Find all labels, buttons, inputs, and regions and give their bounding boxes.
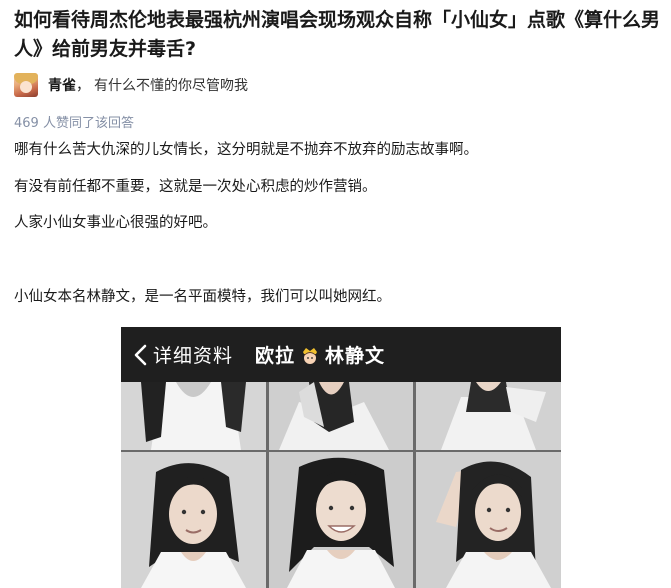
photo-thumbnail[interactable] — [121, 452, 266, 588]
photo-thumbnail[interactable] — [269, 382, 413, 450]
profile-name-suffix: 林静文 — [325, 345, 386, 367]
question-title[interactable]: 如何看待周杰伦地表最强杭州演唱会现场观众自称「小仙女」点歌《算什么男人》给前男友… — [14, 6, 664, 64]
photo-grid — [121, 382, 561, 588]
author-separator: ， — [76, 78, 90, 94]
photo-thumbnail[interactable] — [269, 452, 413, 588]
back-label: 详细资料 — [153, 345, 234, 367]
crown-emoji-icon — [303, 347, 318, 364]
answer-paragraph: 人家小仙女事业心很强的好吧。 — [14, 215, 217, 231]
author-bio: 有什么不懂的你尽管吻我 — [94, 78, 248, 94]
answer-image[interactable]: 详细资料 欧拉 林静文 — [121, 327, 561, 588]
answer-paragraph: 有没有前任都不重要，这就是一次处心积虑的炒作营销。 — [14, 179, 377, 195]
answer-paragraph: 哪有什么苦大仇深的儿女情长，这分明就是不抛弃不放弃的励志故事啊。 — [14, 142, 478, 158]
photo-thumbnail[interactable] — [416, 382, 561, 450]
profile-name: 欧拉 林静文 — [255, 341, 385, 368]
vote-count: 469 人赞同了该回答 — [14, 116, 134, 131]
image-profile-header: 详细资料 欧拉 林静文 — [121, 327, 561, 382]
avatar[interactable] — [14, 73, 38, 97]
profile-name-prefix: 欧拉 — [255, 345, 296, 367]
author-info: 青雀 ， 有什么不懂的你尽管吻我 — [14, 72, 248, 98]
author-name[interactable]: 青雀 — [48, 75, 76, 95]
photo-thumbnail[interactable] — [416, 452, 561, 588]
answer-paragraph: 小仙女本名林静文，是一名平面模特，我们可以叫她网红。 — [14, 289, 391, 305]
photo-thumbnail[interactable] — [121, 382, 266, 450]
chevron-left-icon — [134, 344, 147, 365]
